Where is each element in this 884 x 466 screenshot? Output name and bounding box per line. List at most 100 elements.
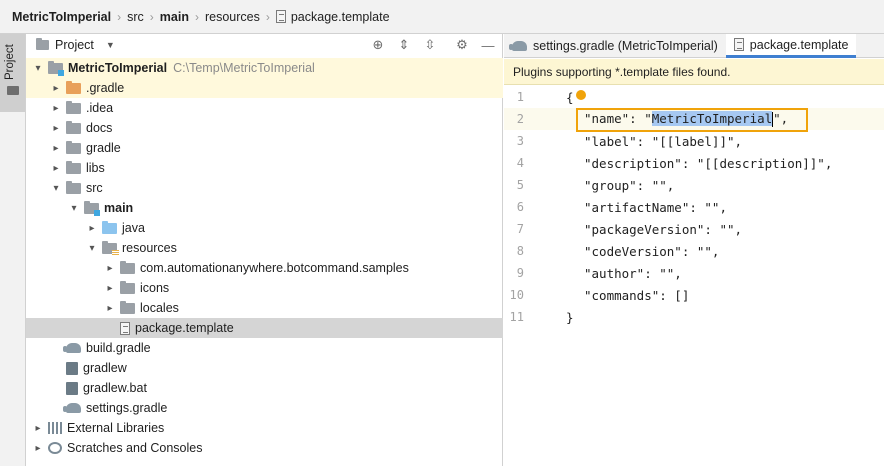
breadcrumb-item-resources[interactable]: resources — [205, 10, 260, 24]
tree-row[interactable]: ▸ External Libraries — [26, 418, 503, 438]
code-line: 3 "label": "[[label]]", — [504, 130, 884, 152]
scratch-icon — [48, 442, 62, 454]
code-text-before-selection: "name": " — [584, 111, 652, 126]
code-line: 1{ — [504, 86, 884, 108]
tree-row-label: src — [86, 181, 103, 195]
tree-row[interactable]: ▸gradlew — [26, 358, 503, 378]
code-text: "name": "MetricToImperial", — [584, 111, 788, 127]
chevron-down-icon[interactable]: ▾ — [86, 243, 98, 254]
tree-row[interactable]: ▸package.template — [26, 318, 503, 338]
line-number: 3 — [516, 134, 524, 148]
project-panel-title: Project — [55, 38, 94, 52]
folder-icon — [120, 280, 135, 294]
tree-row[interactable]: ▸ Scratches and Consoles — [26, 438, 503, 458]
tree-row[interactable]: ▸settings.gradle — [26, 398, 503, 418]
chevron-right-icon[interactable]: ▸ — [104, 263, 116, 274]
minimize-icon[interactable]: — — [479, 36, 497, 54]
tree-row[interactable]: ▸ locales — [26, 298, 503, 318]
tree-row[interactable]: ▸ docs — [26, 118, 503, 138]
folder-icon — [120, 260, 135, 274]
tab-settings-gradle[interactable]: settings.gradle (MetricToImperial) — [504, 34, 726, 58]
chevron-down-icon[interactable]: ▾ — [50, 183, 62, 194]
breadcrumb-label: resources — [204, 9, 260, 24]
breadcrumb-item-file[interactable]: package.template — [275, 10, 390, 24]
folder-icon — [66, 160, 81, 174]
chevron-right-icon[interactable]: ▸ — [104, 303, 116, 314]
code-line: 4 "description": "[[description]]", — [504, 152, 884, 174]
chevron-right-icon[interactable]: ▸ — [104, 283, 116, 294]
tree-row-label: .idea — [86, 101, 114, 115]
code-text: "label": "[[label]]", — [584, 133, 743, 149]
gradle-elephant-icon — [63, 343, 81, 353]
tree-row[interactable]: ▸ libs — [26, 158, 503, 178]
breadcrumb-label: MetricToImperial — [12, 9, 112, 24]
gradle-elephant-icon — [63, 403, 81, 413]
tab-label: settings.gradle (MetricToImperial) — [533, 39, 718, 53]
chevron-down-icon[interactable]: ▾ — [68, 203, 80, 214]
tree-row[interactable]: ▸build.gradle — [26, 338, 503, 358]
tree-row-label: .gradle — [86, 81, 125, 95]
folder-icon — [66, 120, 81, 134]
line-number: 9 — [516, 266, 524, 280]
line-number: 4 — [516, 156, 524, 170]
chevron-right-icon[interactable]: ▸ — [32, 443, 44, 454]
code-text: "group": "", — [584, 177, 675, 193]
breadcrumb-item-project[interactable]: MetricToImperial — [12, 10, 111, 24]
code-line: 2 "name": "MetricToImperial", — [504, 108, 884, 132]
resources-folder-icon — [102, 240, 119, 256]
code-text: } — [566, 309, 574, 325]
library-icon — [48, 422, 62, 434]
code-line: 11} — [504, 306, 884, 328]
line-number: 5 — [516, 178, 524, 192]
code-text: "commands": [] — [584, 287, 690, 303]
tree-row[interactable]: ▸ icons — [26, 278, 503, 298]
folder-icon — [66, 140, 81, 154]
code-line: 9 "author": "", — [504, 262, 884, 284]
code-text: { — [566, 89, 574, 105]
tree-row[interactable]: ▸ .gradle — [26, 78, 503, 98]
code-text: "codeVersion": "", — [584, 243, 720, 259]
tree-row[interactable]: ▸ gradle — [26, 138, 503, 158]
chevron-down-icon[interactable]: ▼ — [106, 40, 115, 50]
chevron-right-icon[interactable]: ▸ — [50, 123, 62, 134]
tree-row-label: java — [122, 221, 145, 235]
tree-row[interactable]: ▸ .idea — [26, 98, 503, 118]
tree-row[interactable]: ▸ java — [26, 218, 503, 238]
expand-all-icon[interactable]: ⇕ — [395, 36, 413, 54]
breadcrumb-separator-icon: › — [117, 9, 122, 24]
tree-row-label: package.template — [135, 321, 234, 335]
line-number: 7 — [516, 222, 524, 236]
chevron-right-icon[interactable]: ▸ — [50, 143, 62, 154]
chevron-right-icon[interactable]: ▸ — [50, 83, 62, 94]
tree-row-label: libs — [86, 161, 105, 175]
code-text: "packageVersion": "", — [584, 221, 743, 237]
chevron-right-icon[interactable]: ▸ — [50, 103, 62, 114]
tree-row-label: build.gradle — [86, 341, 151, 355]
breadcrumb-item-src[interactable]: src — [127, 10, 144, 24]
lightbulb-icon[interactable] — [576, 90, 586, 100]
tree-row[interactable]: ▾ src — [26, 178, 503, 198]
gear-icon[interactable]: ⚙ — [453, 36, 471, 54]
code-editor[interactable]: 1{2 "name": "MetricToImperial", 3 "label": … — [504, 86, 884, 328]
tree-row-label: gradlew — [83, 361, 127, 375]
project-tool-tab[interactable]: Project — [0, 34, 25, 112]
chevron-right-icon[interactable]: ▸ — [86, 223, 98, 234]
tree-row-label: docs — [86, 121, 113, 135]
chevron-down-icon[interactable]: ▾ — [32, 63, 44, 74]
code-line: 6 "artifactName": "", — [504, 196, 884, 218]
collapse-all-icon[interactable]: ⇳ — [421, 36, 439, 54]
tree-row[interactable]: ▸ com.automationanywhere.botcommand.sampl… — [26, 258, 503, 278]
tree-row[interactable]: ▸gradlew.bat — [26, 378, 503, 398]
locate-file-icon[interactable]: ⊕ — [369, 36, 387, 54]
code-line: 10 "commands": [] — [504, 284, 884, 306]
project-view-selector[interactable]: Project ▼ — [36, 38, 115, 52]
editor-tabs: settings.gradle (MetricToImperial) packa… — [504, 34, 884, 58]
folder-icon — [120, 300, 135, 314]
chevron-right-icon[interactable]: ▸ — [32, 423, 44, 434]
chevron-right-icon[interactable]: ▸ — [50, 163, 62, 174]
tree-row[interactable]: ▾ main — [26, 198, 503, 218]
breadcrumb-item-main[interactable]: main — [160, 10, 189, 24]
tree-row[interactable]: ▾ resources — [26, 238, 503, 258]
tab-package-template[interactable]: package.template — [725, 34, 857, 58]
tree-row[interactable]: ▾ MetricToImperial C:\Temp\MetricToImperia… — [26, 58, 503, 78]
